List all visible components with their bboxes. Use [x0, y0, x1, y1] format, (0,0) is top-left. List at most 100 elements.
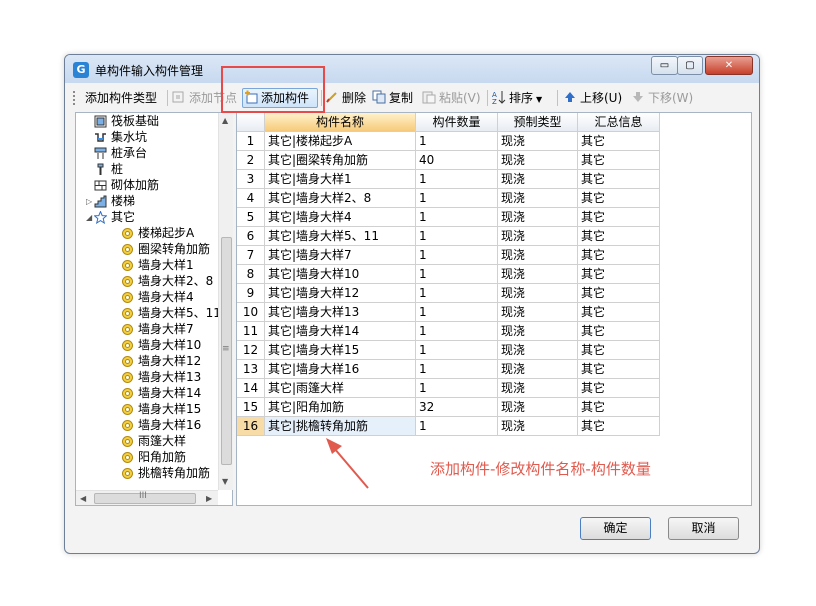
grid-corner[interactable]	[237, 113, 265, 132]
table-cell-qty[interactable]: 1	[416, 303, 498, 322]
tree-item[interactable]: 砌体加筋	[94, 177, 159, 193]
table-cell-name[interactable]: 其它|墙身大样7	[265, 246, 416, 265]
table-cell-type[interactable]: 现浇	[498, 227, 578, 246]
table-cell-qty[interactable]: 1	[416, 341, 498, 360]
table-cell-name[interactable]: 其它|阳角加筋	[265, 398, 416, 417]
table-cell-name[interactable]: 其它|雨篷大样	[265, 379, 416, 398]
tree-child-item[interactable]: 雨篷大样	[122, 433, 186, 449]
tree-item[interactable]: 楼梯	[94, 193, 135, 209]
table-cell-qty[interactable]: 1	[416, 360, 498, 379]
table-cell-summary[interactable]: 其它	[578, 341, 660, 360]
scroll-left-icon[interactable]: ◀	[80, 494, 86, 503]
row-number[interactable]: 13	[237, 360, 265, 379]
table-cell-qty[interactable]: 1	[416, 189, 498, 208]
tree-child-item[interactable]: 墙身大样12	[122, 353, 201, 369]
table-cell-summary[interactable]: 其它	[578, 227, 660, 246]
table-cell-summary[interactable]: 其它	[578, 132, 660, 151]
cancel-button[interactable]: 取消	[668, 517, 739, 540]
row-number[interactable]: 9	[237, 284, 265, 303]
table-cell-name[interactable]: 其它|挑檐转角加筋	[265, 417, 416, 436]
table-cell-type[interactable]: 现浇	[498, 265, 578, 284]
table-cell-summary[interactable]: 其它	[578, 189, 660, 208]
table-cell-qty[interactable]: 32	[416, 398, 498, 417]
tree-child-item[interactable]: 墙身大样7	[122, 321, 194, 337]
column-header[interactable]: 构件数量	[416, 113, 498, 132]
maximize-button[interactable]: ▢	[677, 56, 703, 75]
table-cell-name[interactable]: 其它|墙身大样13	[265, 303, 416, 322]
table-cell-qty[interactable]: 1	[416, 379, 498, 398]
table-cell-type[interactable]: 现浇	[498, 417, 578, 436]
tree-item[interactable]: 桩	[97, 161, 123, 177]
column-header[interactable]: 汇总信息	[578, 113, 660, 132]
table-cell-summary[interactable]: 其它	[578, 284, 660, 303]
table-cell-type[interactable]: 现浇	[498, 379, 578, 398]
add-type-button[interactable]: 添加构件类型	[85, 89, 157, 107]
table-cell-qty[interactable]: 1	[416, 227, 498, 246]
move-down-button[interactable]: 下移(W)	[631, 89, 693, 107]
table-cell-summary[interactable]: 其它	[578, 265, 660, 284]
table-cell-qty[interactable]: 1	[416, 170, 498, 189]
column-header[interactable]: 预制类型	[498, 113, 578, 132]
table-cell-name[interactable]: 其它|墙身大样10	[265, 265, 416, 284]
scroll-right-icon[interactable]: ▶	[206, 494, 212, 503]
table-cell-qty[interactable]: 1	[416, 246, 498, 265]
collapse-icon[interactable]: ◢	[86, 213, 92, 222]
tree-child-item[interactable]: 墙身大样16	[122, 417, 201, 433]
table-cell-summary[interactable]: 其它	[578, 151, 660, 170]
row-number[interactable]: 6	[237, 227, 265, 246]
table-cell-summary[interactable]: 其它	[578, 322, 660, 341]
tree-scroll-thumb[interactable]: ≡	[221, 237, 232, 465]
table-cell-qty[interactable]: 1	[416, 132, 498, 151]
row-number[interactable]: 14	[237, 379, 265, 398]
table-cell-qty[interactable]: 1	[416, 265, 498, 284]
row-number[interactable]: 7	[237, 246, 265, 265]
table-cell-type[interactable]: 现浇	[498, 284, 578, 303]
table-cell-name[interactable]: 其它|墙身大样2、8	[265, 189, 416, 208]
table-cell-name[interactable]: 其它|墙身大样14	[265, 322, 416, 341]
table-cell-qty[interactable]: 1	[416, 322, 498, 341]
row-number[interactable]: 11	[237, 322, 265, 341]
table-cell-type[interactable]: 现浇	[498, 170, 578, 189]
move-up-button[interactable]: 上移(U)	[563, 89, 622, 107]
tree-item[interactable]: 其它	[93, 209, 135, 225]
table-cell-summary[interactable]: 其它	[578, 379, 660, 398]
row-number[interactable]: 3	[237, 170, 265, 189]
table-cell-type[interactable]: 现浇	[498, 303, 578, 322]
tree-child-item[interactable]: 墙身大样15	[122, 401, 201, 417]
tree-item[interactable]: 桩承台	[94, 145, 147, 161]
row-number[interactable]: 5	[237, 208, 265, 227]
delete-button[interactable]: 删除	[325, 89, 366, 107]
tree-item[interactable]: 集水坑	[95, 129, 147, 145]
tree-vertical-scrollbar[interactable]: ▲ ≡ ▼	[218, 113, 233, 490]
table-cell-summary[interactable]: 其它	[578, 360, 660, 379]
scroll-up-icon[interactable]: ▲	[222, 116, 228, 125]
table-cell-name[interactable]: 其它|墙身大样12	[265, 284, 416, 303]
table-cell-qty[interactable]: 40	[416, 151, 498, 170]
tree-hscroll-thumb[interactable]: III	[94, 491, 196, 504]
table-cell-name[interactable]: 其它|墙身大样15	[265, 341, 416, 360]
table-cell-name[interactable]: 其它|墙身大样16	[265, 360, 416, 379]
table-cell-name[interactable]: 其它|楼梯起步A	[265, 132, 416, 151]
tree-child-item[interactable]: 墙身大样2、8	[122, 273, 213, 289]
tree-child-item[interactable]: 挑檐转角加筋	[122, 465, 210, 481]
row-number[interactable]: 1	[237, 132, 265, 151]
table-cell-qty[interactable]: 1	[416, 284, 498, 303]
tree-child-item[interactable]: 墙身大样4	[122, 289, 194, 305]
row-number[interactable]: 2	[237, 151, 265, 170]
table-cell-summary[interactable]: 其它	[578, 170, 660, 189]
table-cell-summary[interactable]: 其它	[578, 417, 660, 436]
tree-horizontal-scrollbar[interactable]: ◀ III ▶	[76, 490, 218, 505]
table-cell-type[interactable]: 现浇	[498, 151, 578, 170]
table-cell-summary[interactable]: 其它	[578, 303, 660, 322]
sort-button[interactable]: A Z 排序 ▼	[492, 89, 542, 107]
copy-button[interactable]: 复制	[372, 89, 413, 107]
table-cell-summary[interactable]: 其它	[578, 246, 660, 265]
column-header[interactable]: 构件名称	[265, 113, 416, 132]
tree-child-item[interactable]: 墙身大样13	[122, 369, 201, 385]
row-number[interactable]: 8	[237, 265, 265, 284]
tree-child-item[interactable]: 墙身大样10	[122, 337, 201, 353]
row-number[interactable]: 12	[237, 341, 265, 360]
paste-button[interactable]: 粘贴(V)	[422, 89, 481, 107]
table-cell-qty[interactable]: 1	[416, 417, 498, 436]
tree-child-item[interactable]: 阳角加筋	[122, 449, 186, 465]
